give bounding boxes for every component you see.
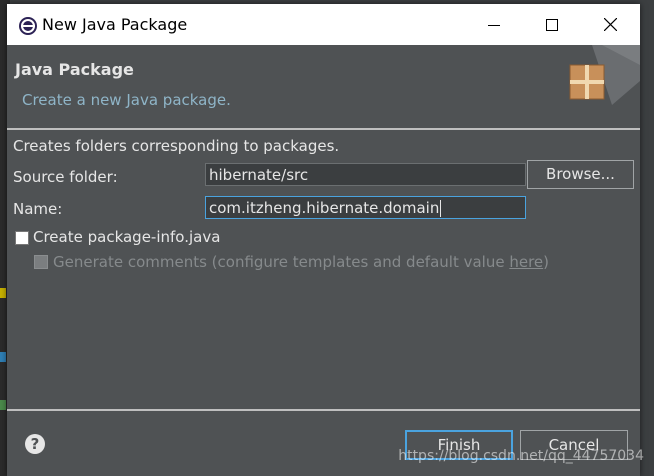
info-text: Creates folders corresponding to package…: [13, 137, 340, 155]
configure-templates-link[interactable]: here: [509, 253, 543, 271]
package-name-value: com.itzheng.hibernate.domain: [209, 199, 440, 217]
browse-button[interactable]: Browse...: [527, 160, 634, 189]
watermark: https://blog.csdn.net/qq_44757034: [398, 448, 644, 464]
generate-comments-checkbox[interactable]: [34, 255, 48, 269]
generate-comments-label: Generate comments (configure templates a…: [53, 253, 549, 271]
editor-gutter-mark: [0, 288, 6, 298]
window-title: New Java Package: [42, 15, 188, 34]
wizard-description: Create a new Java package.: [22, 91, 231, 109]
editor-gutter-mark: [0, 352, 6, 362]
editor-gutter-mark: [0, 400, 6, 410]
wizard-title: Java Package: [15, 60, 134, 79]
create-package-info-label[interactable]: Create package-info.java: [33, 228, 220, 246]
minimize-icon: [488, 24, 500, 26]
new-java-package-dialog: New Java Package Java Package Create a n…: [7, 4, 640, 476]
footer-separator: [7, 409, 640, 411]
close-icon: [603, 18, 617, 31]
title-bar[interactable]: New Java Package: [7, 4, 640, 45]
source-folder-label: Source folder:: [13, 168, 118, 186]
maximize-button[interactable]: [523, 4, 581, 45]
create-package-info-checkbox[interactable]: [15, 231, 29, 245]
maximize-icon: [546, 18, 558, 31]
source-folder-value: hibernate/src: [209, 166, 309, 184]
banner-separator: [7, 128, 640, 130]
close-button[interactable]: [581, 4, 639, 45]
text-caret: [440, 200, 442, 217]
eclipse-icon: [19, 17, 37, 35]
package-name-field[interactable]: com.itzheng.hibernate.domain: [205, 196, 526, 219]
source-folder-field[interactable]: hibernate/src: [205, 163, 526, 186]
package-wizard-icon: [569, 45, 640, 105]
generate-comments-text: Generate comments (configure templates a…: [53, 253, 510, 271]
name-label: Name:: [13, 200, 63, 218]
wizard-banner: Java Package Create a new Java package.: [7, 45, 640, 129]
minimize-button[interactable]: [465, 4, 523, 45]
generate-comments-suffix: ): [543, 253, 550, 271]
help-icon[interactable]: ?: [25, 434, 45, 454]
